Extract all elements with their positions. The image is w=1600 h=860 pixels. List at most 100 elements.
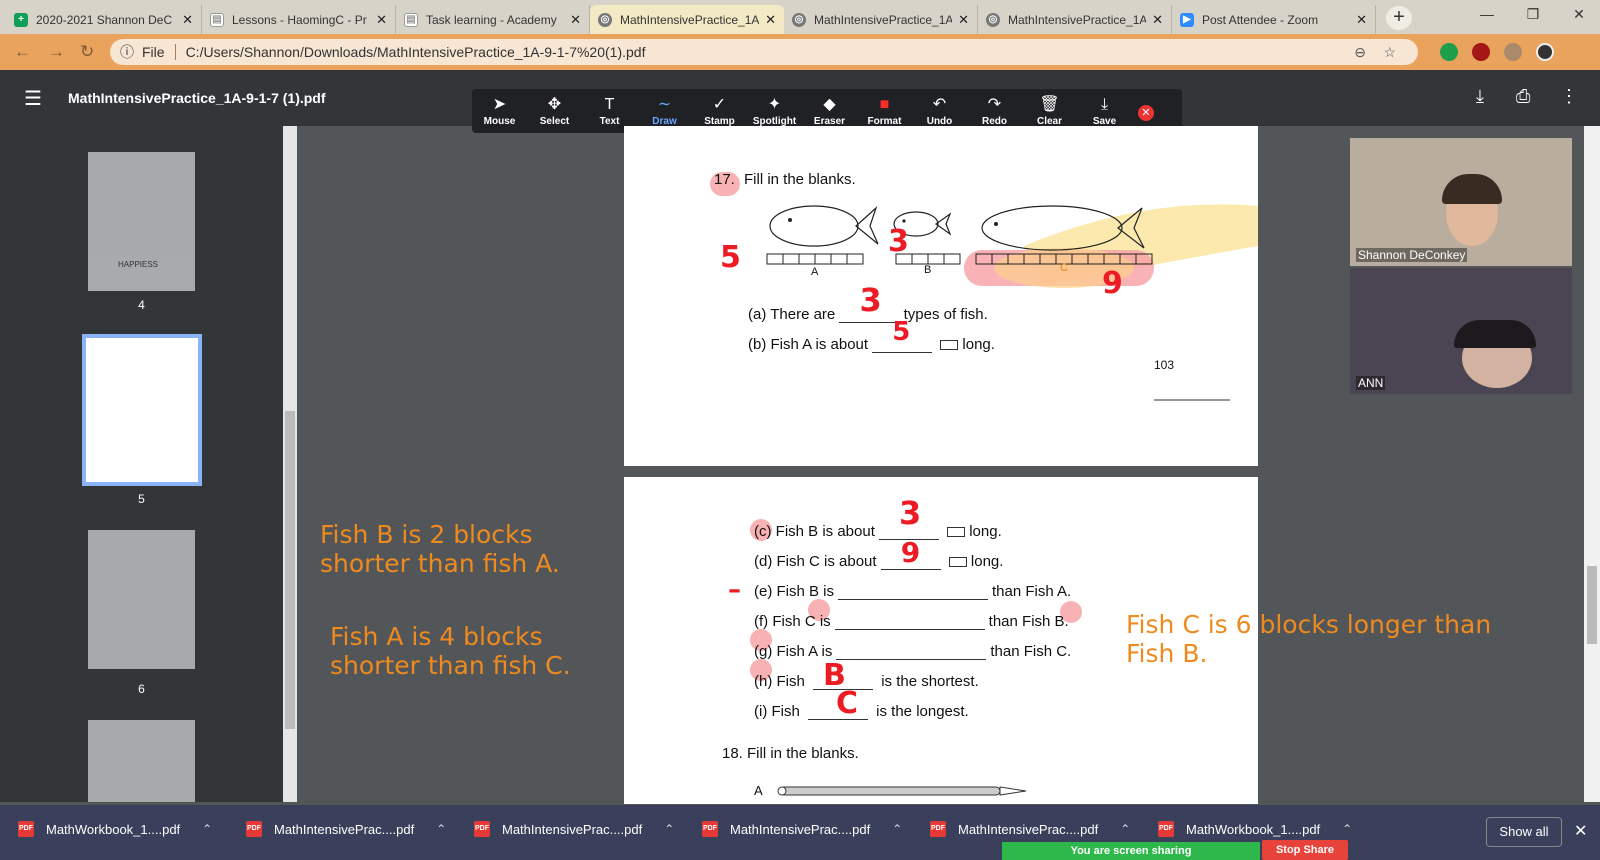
info-icon[interactable]: ⓘ xyxy=(120,42,134,62)
url-scheme: File xyxy=(142,44,165,60)
zoom-icon: ▶ xyxy=(1180,12,1194,27)
download-item[interactable]: PDF MathIntensivePrac....pdf ⌃ xyxy=(702,821,902,837)
tab-pdf-3[interactable]: ◎ MathIntensivePractice_1A ✕ xyxy=(978,5,1172,34)
redo-icon: ↷ xyxy=(987,95,1002,113)
close-shelf-icon[interactable]: ✕ xyxy=(1574,821,1587,841)
page-number-4: 4 xyxy=(138,298,145,312)
zoom-icon[interactable]: ⊖ xyxy=(1354,44,1366,61)
video-tile-student[interactable]: ANN xyxy=(1350,268,1572,394)
close-icon[interactable]: ✕ xyxy=(1152,12,1163,28)
pdf-file-icon: PDF xyxy=(702,821,718,837)
page-thumbnail-4[interactable]: HAPPIESS xyxy=(88,152,195,291)
new-tab-button[interactable]: + xyxy=(1386,6,1412,30)
download-item[interactable]: PDF MathIntensivePrac....pdf ⌃ xyxy=(474,821,674,837)
handwritten-answer: C xyxy=(836,686,859,721)
chevron-up-icon[interactable]: ⌃ xyxy=(202,822,212,836)
undo-icon: ↶ xyxy=(932,95,947,113)
print-icon[interactable]: ⎙ xyxy=(1516,86,1530,107)
tool-select[interactable]: ✥ Select xyxy=(527,89,582,133)
cursor-icon: ➤ xyxy=(492,95,507,113)
save-icon: ⤓ xyxy=(1100,95,1109,113)
tab-pdf-active[interactable]: ◎ MathIntensivePractice_1A ✕ xyxy=(590,5,784,34)
close-icon[interactable]: ✕ xyxy=(1356,12,1367,28)
browser-tab-strip: + 2020-2021 Shannon DeC ✕ ▤ Lessons - Hao… xyxy=(0,0,1600,34)
stop-share-button[interactable]: Stop Share xyxy=(1262,840,1348,860)
minimize-button[interactable]: — xyxy=(1464,0,1510,30)
menu-icon[interactable]: ☰ xyxy=(24,86,42,111)
handwritten-mark: – xyxy=(728,575,741,605)
thumbnail-sidebar: HAPPIESS 4 5 6 xyxy=(0,126,283,802)
handwritten-answer: 3 xyxy=(859,281,882,319)
tab-lessons[interactable]: ▤ Lessons - HaomingC - Pr ✕ xyxy=(202,5,396,34)
question-18-title: 18. Fill in the blanks. xyxy=(722,745,859,762)
bookmark-star-icon[interactable]: ☆ xyxy=(1383,44,1396,61)
tab-sheets[interactable]: + 2020-2021 Shannon DeC ✕ xyxy=(6,5,202,34)
page-thumbnail-5-selected[interactable] xyxy=(82,334,202,486)
fish-c-label: C xyxy=(1060,262,1068,274)
pdf-file-icon: PDF xyxy=(474,821,490,837)
page-thumbnail-6[interactable] xyxy=(88,530,195,669)
spotlight-icon: ✦ xyxy=(767,95,782,113)
close-icon[interactable]: ✕ xyxy=(958,12,969,28)
pdf-file-icon: PDF xyxy=(18,821,34,837)
download-icon[interactable]: ⤓ xyxy=(1476,86,1484,107)
forward-icon[interactable]: → xyxy=(48,42,65,62)
text-annotation[interactable]: Fish B is 2 blocks shorter than fish A. xyxy=(320,520,620,578)
window-close-button[interactable]: ✕ xyxy=(1556,0,1600,30)
check-icon: ✓ xyxy=(712,95,727,113)
question-17h: (h) Fish B is the shortest. xyxy=(754,658,979,693)
download-item[interactable]: PDF MathIntensivePrac....pdf ⌃ xyxy=(246,821,446,837)
trash-icon: 🗑 xyxy=(1039,95,1060,113)
chevron-up-icon[interactable]: ⌃ xyxy=(892,822,902,836)
globe-icon: ◎ xyxy=(986,12,1000,27)
profile-avatar[interactable] xyxy=(1536,43,1554,61)
fish-drawings xyxy=(766,204,1258,401)
back-icon[interactable]: ← xyxy=(14,42,31,62)
text-icon: T xyxy=(604,95,615,113)
download-item[interactable]: PDF MathWorkbook_1....pdf ⌃ xyxy=(1158,821,1352,837)
participant-name: Shannon DeConkey xyxy=(1356,248,1468,262)
tool-mouse[interactable]: ➤ Mouse xyxy=(472,89,527,133)
fish-a-label: A xyxy=(811,266,819,278)
text-annotation[interactable]: Fish C is 6 blocks longer than Fish B. xyxy=(1126,610,1506,668)
chevron-up-icon[interactable]: ⌃ xyxy=(664,822,674,836)
handwritten-answer: 3 xyxy=(899,494,922,532)
chevron-up-icon[interactable]: ⌃ xyxy=(1342,822,1352,836)
tab-zoom[interactable]: ▶ Post Attendee - Zoom ✕ xyxy=(1172,5,1376,34)
reload-icon[interactable]: ↻ xyxy=(80,42,94,62)
handwritten-answer: 3 xyxy=(888,224,909,259)
more-icon[interactable]: ⋮ xyxy=(1560,86,1578,107)
extension-icon[interactable] xyxy=(1440,43,1458,61)
sidebar-scrollbar[interactable] xyxy=(283,126,297,802)
restore-button[interactable]: ❐ xyxy=(1510,0,1556,30)
close-icon[interactable]: ✕ xyxy=(182,12,193,28)
url-text: C:/Users/Shannon/Downloads/MathIntensive… xyxy=(185,44,646,60)
close-icon[interactable]: ✕ xyxy=(376,12,387,28)
format-icon: ■ xyxy=(879,95,890,113)
download-item[interactable]: PDF MathWorkbook_1....pdf ⌃ xyxy=(18,821,212,837)
question-17g: (g) Fish A is than Fish C. xyxy=(754,643,1072,660)
ublock-icon[interactable] xyxy=(1472,43,1490,61)
tab-task-learning[interactable]: ▤ Task learning - Academy ✕ xyxy=(396,5,590,34)
close-annotation-icon[interactable]: ✕ xyxy=(1138,105,1154,121)
page-thumbnail-7[interactable] xyxy=(88,720,195,802)
close-icon[interactable]: ✕ xyxy=(570,12,581,28)
address-bar[interactable]: ⓘ File C:/Users/Shannon/Downloads/MathIn… xyxy=(110,39,1418,65)
screen-sharing-indicator: You are screen sharing xyxy=(1002,842,1260,860)
main-scrollbar[interactable] xyxy=(1584,126,1600,802)
video-tile-host[interactable]: Shannon DeConkey xyxy=(1350,138,1572,266)
pdf-file-icon: PDF xyxy=(246,821,262,837)
chevron-up-icon[interactable]: ⌃ xyxy=(1120,822,1130,836)
puzzle-icon[interactable] xyxy=(1504,43,1522,61)
close-icon[interactable]: ✕ xyxy=(765,12,776,28)
question-17c: (c) Fish B is about 3 long. xyxy=(754,494,1002,540)
chevron-up-icon[interactable]: ⌃ xyxy=(436,822,446,836)
handwritten-answer: 9 xyxy=(900,536,921,569)
text-annotation[interactable]: Fish A is 4 blocks shorter than fish C. xyxy=(330,622,634,680)
question-17f: (f) Fish C is than Fish B. xyxy=(754,613,1069,630)
tab-pdf-2[interactable]: ◎ MathIntensivePractice_1A ✕ xyxy=(784,5,978,34)
question-17b: (b) Fish A is about 5 long. xyxy=(748,317,995,353)
download-item[interactable]: PDF MathIntensivePrac....pdf ⌃ xyxy=(930,821,1130,837)
eraser-icon: ◆ xyxy=(823,95,836,113)
show-all-button[interactable]: Show all xyxy=(1486,817,1562,847)
